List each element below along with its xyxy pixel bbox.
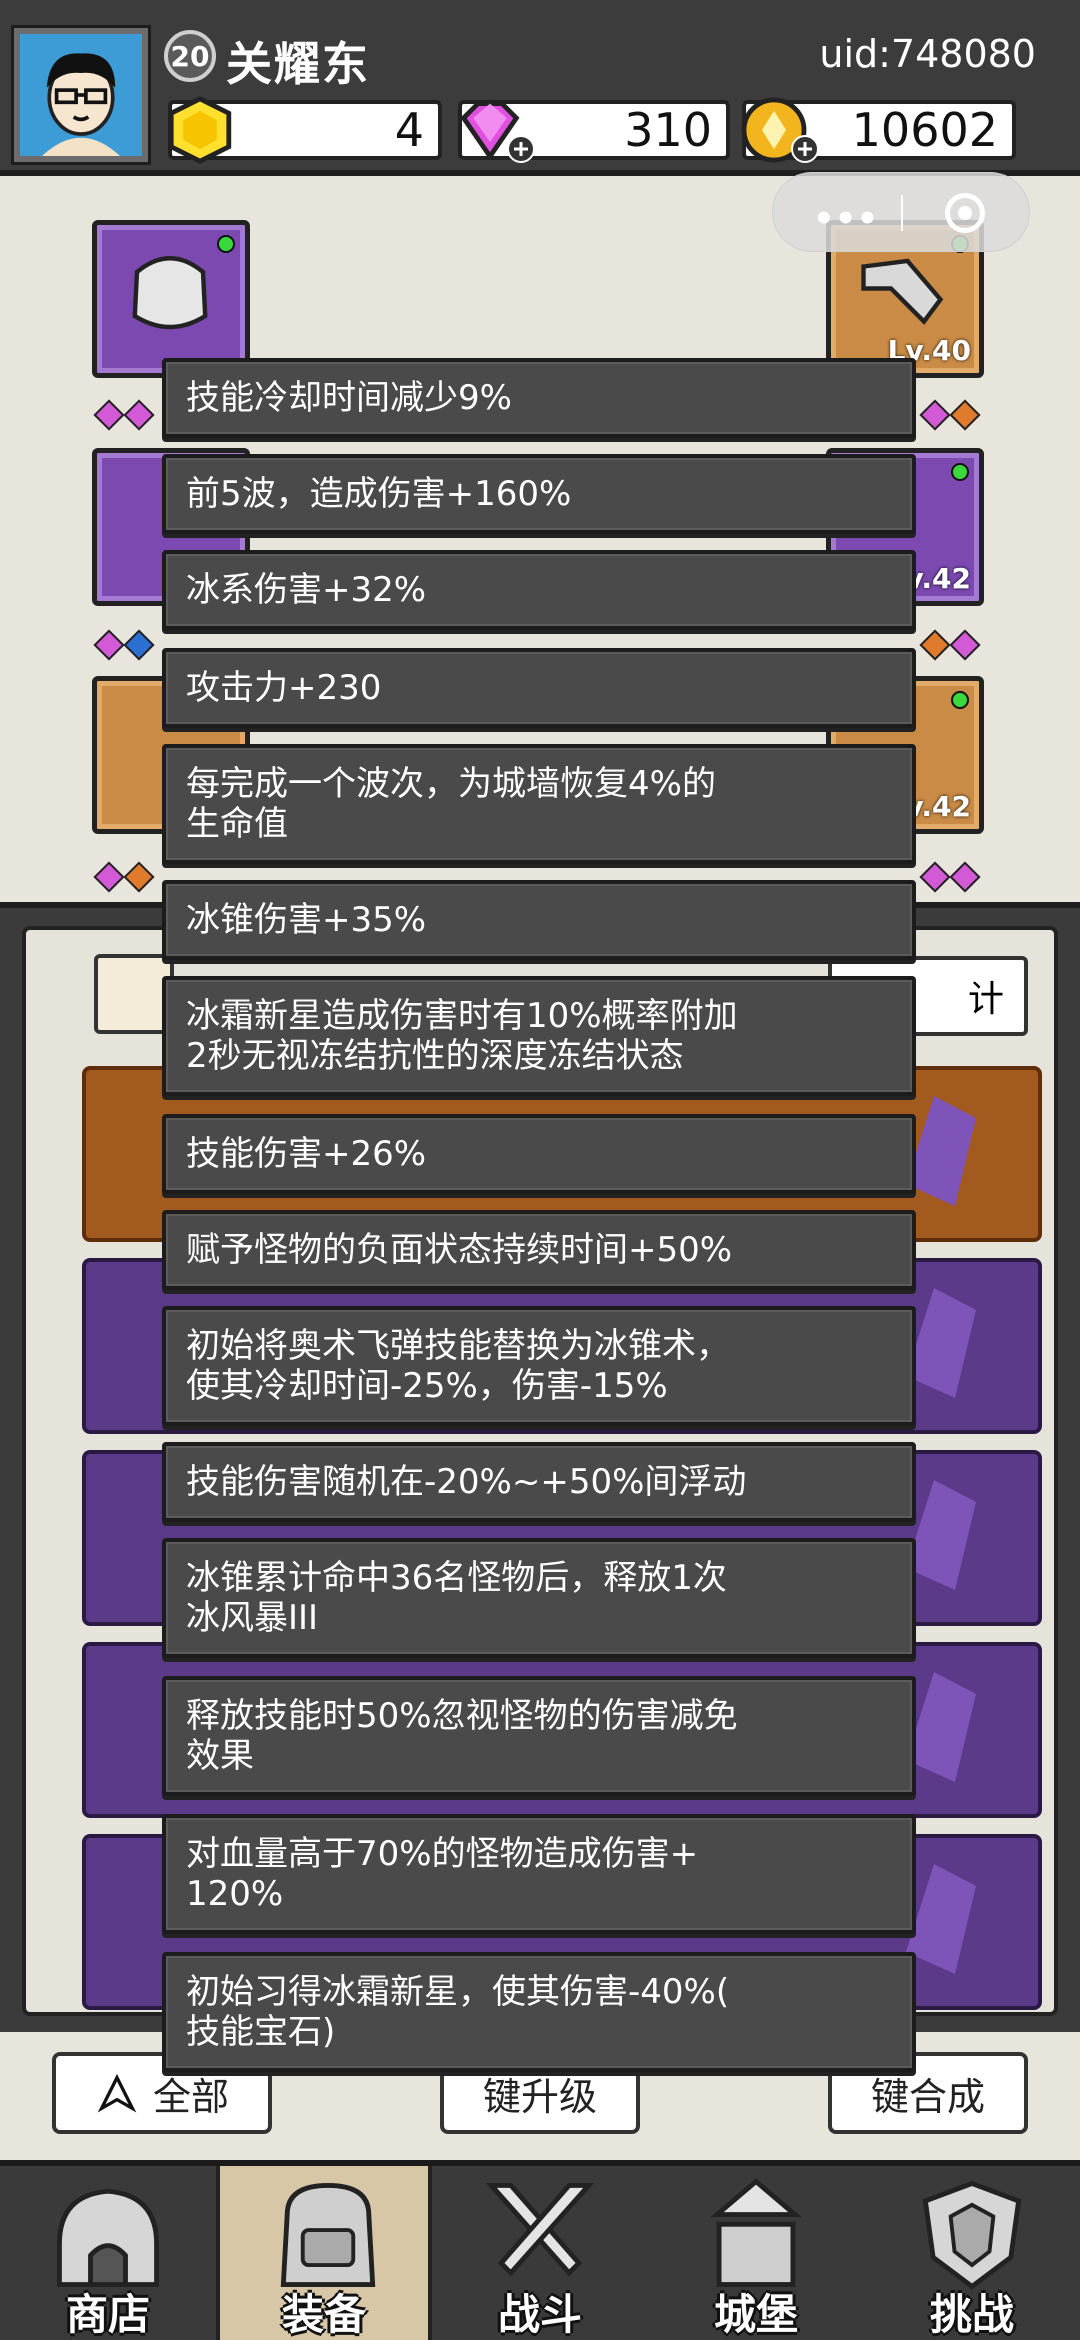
gem-icon xyxy=(919,629,951,661)
attribute-tooltip: 攻击力+230 xyxy=(162,648,916,728)
gem-icon xyxy=(123,861,155,893)
stats-button-label: 计 xyxy=(967,979,1004,1020)
gem-icon xyxy=(949,861,981,893)
attribute-tooltip: 前5波，造成伤害+160% xyxy=(162,454,916,534)
resource-diamond[interactable]: 310 xyxy=(458,100,730,163)
resource-gold-ore[interactable]: 4 xyxy=(168,96,442,164)
nav-battle[interactable]: 战斗 xyxy=(432,2166,648,2340)
player-face-icon xyxy=(20,34,142,156)
filter-all-label: 全部 xyxy=(152,2074,229,2119)
more-icon[interactable]: ••• xyxy=(813,199,878,239)
nav-challenge[interactable]: 挑战 xyxy=(864,2166,1080,2340)
gem-row xyxy=(919,629,981,661)
upgrade-dot xyxy=(951,691,969,709)
attribute-tooltip: 技能伤害随机在-20%~+50%间浮动 xyxy=(162,1442,916,1522)
nav-challenge-label: 挑战 xyxy=(929,2290,1014,2339)
nav-battle-label: 战斗 xyxy=(497,2290,582,2339)
add-coin-icon[interactable] xyxy=(790,134,820,164)
nav-equipment[interactable]: 装备 xyxy=(216,2166,432,2340)
gold-ore-icon xyxy=(168,96,232,164)
gem-icon xyxy=(949,629,981,661)
gem-row xyxy=(93,861,155,893)
triangle-icon xyxy=(97,2073,137,2113)
gem-icon xyxy=(123,399,155,431)
diamond-value: 310 xyxy=(624,103,712,157)
attribute-tooltip: 每完成一个波次，为城墙恢复4%的 生命值 xyxy=(162,744,916,864)
gem-icon xyxy=(919,861,951,893)
level-badge: 20 xyxy=(164,30,216,82)
gem-row xyxy=(919,399,981,431)
gem-icon xyxy=(93,399,125,431)
nav-equipment-label: 装备 xyxy=(281,2290,366,2339)
attribute-tooltip: 释放技能时50%忽视怪物的伤害减免 效果 xyxy=(162,1676,916,1796)
add-diamond-icon[interactable] xyxy=(506,134,536,164)
one-click-upgrade-label: 键升级 xyxy=(482,2074,597,2119)
gem-icon xyxy=(93,861,125,893)
attribute-tooltip: 冰锥累计命中36名怪物后，释放1次 冰风暴III xyxy=(162,1538,916,1658)
attribute-tooltip: 初始将奥术飞弹技能替换为冰锥术， 使其冷却时间-25%，伤害-15% xyxy=(162,1306,916,1426)
equip-slot-helmet[interactable] xyxy=(92,220,250,378)
nav-castle-label: 城堡 xyxy=(713,2290,798,2339)
attribute-tooltip: 对血量高于70%的怪物造成伤害+ 120% xyxy=(162,1814,916,1934)
avatar[interactable] xyxy=(11,25,151,165)
crossed-swords-icon xyxy=(486,2183,594,2277)
gem-icon xyxy=(919,399,951,431)
nav-shop-label: 商店 xyxy=(65,2290,150,2339)
attribute-tooltip: 冰锥伤害+35% xyxy=(162,880,916,960)
gem-row xyxy=(919,861,981,893)
gold-ore-value: 4 xyxy=(394,103,424,157)
helmet-icon xyxy=(132,256,208,330)
gem-icon xyxy=(123,629,155,661)
gem-row xyxy=(93,399,155,431)
coin-value: 10602 xyxy=(851,103,998,157)
attribute-tooltip: 技能伤害+26% xyxy=(162,1114,916,1194)
capsule-divider xyxy=(901,195,903,231)
bottom-nav: 商店 装备 战斗 城堡 挑战 xyxy=(0,2160,1080,2340)
attribute-tooltip: 赋予怪物的负面状态持续时间+50% xyxy=(162,1210,916,1290)
shield-icon xyxy=(922,2180,1022,2290)
gauntlet-icon xyxy=(861,258,944,325)
attribute-tooltip: 技能冷却时间减少9% xyxy=(162,358,916,438)
shop-icon xyxy=(57,2188,159,2287)
one-click-merge-label: 键合成 xyxy=(870,2074,985,2119)
attribute-tooltip: 冰霜新星造成伤害时有10%概率附加 2秒无视冻结抗性的深度冻结状态 xyxy=(162,976,916,1096)
gem-icon xyxy=(93,629,125,661)
player-uid: uid:748080 xyxy=(819,32,1036,76)
upgrade-dot xyxy=(951,463,969,481)
nav-shop[interactable]: 商店 xyxy=(0,2166,216,2340)
backpack-icon xyxy=(280,2182,376,2287)
player-header: 20 关耀东 uid:748080 4 310 10602 xyxy=(0,0,1080,176)
gem-icon xyxy=(949,399,981,431)
close-miniprogram-icon[interactable] xyxy=(945,193,985,233)
miniprogram-capsule: ••• xyxy=(772,172,1030,252)
gem-row xyxy=(93,629,155,661)
player-name: 关耀东 xyxy=(226,37,370,91)
castle-icon xyxy=(710,2178,802,2287)
resource-coin[interactable]: 10602 xyxy=(741,97,1016,163)
game-screen: Lv.40 Lv.42 Lv.42 计 全部 键升级 键合成 20 关耀东 ui… xyxy=(0,0,1080,2340)
nav-castle[interactable]: 城堡 xyxy=(648,2166,864,2340)
attribute-tooltip: 冰系伤害+32% xyxy=(162,550,916,630)
attribute-tooltip: 初始习得冰霜新星，使其伤害-40%( 技能宝石) xyxy=(162,1952,916,2072)
